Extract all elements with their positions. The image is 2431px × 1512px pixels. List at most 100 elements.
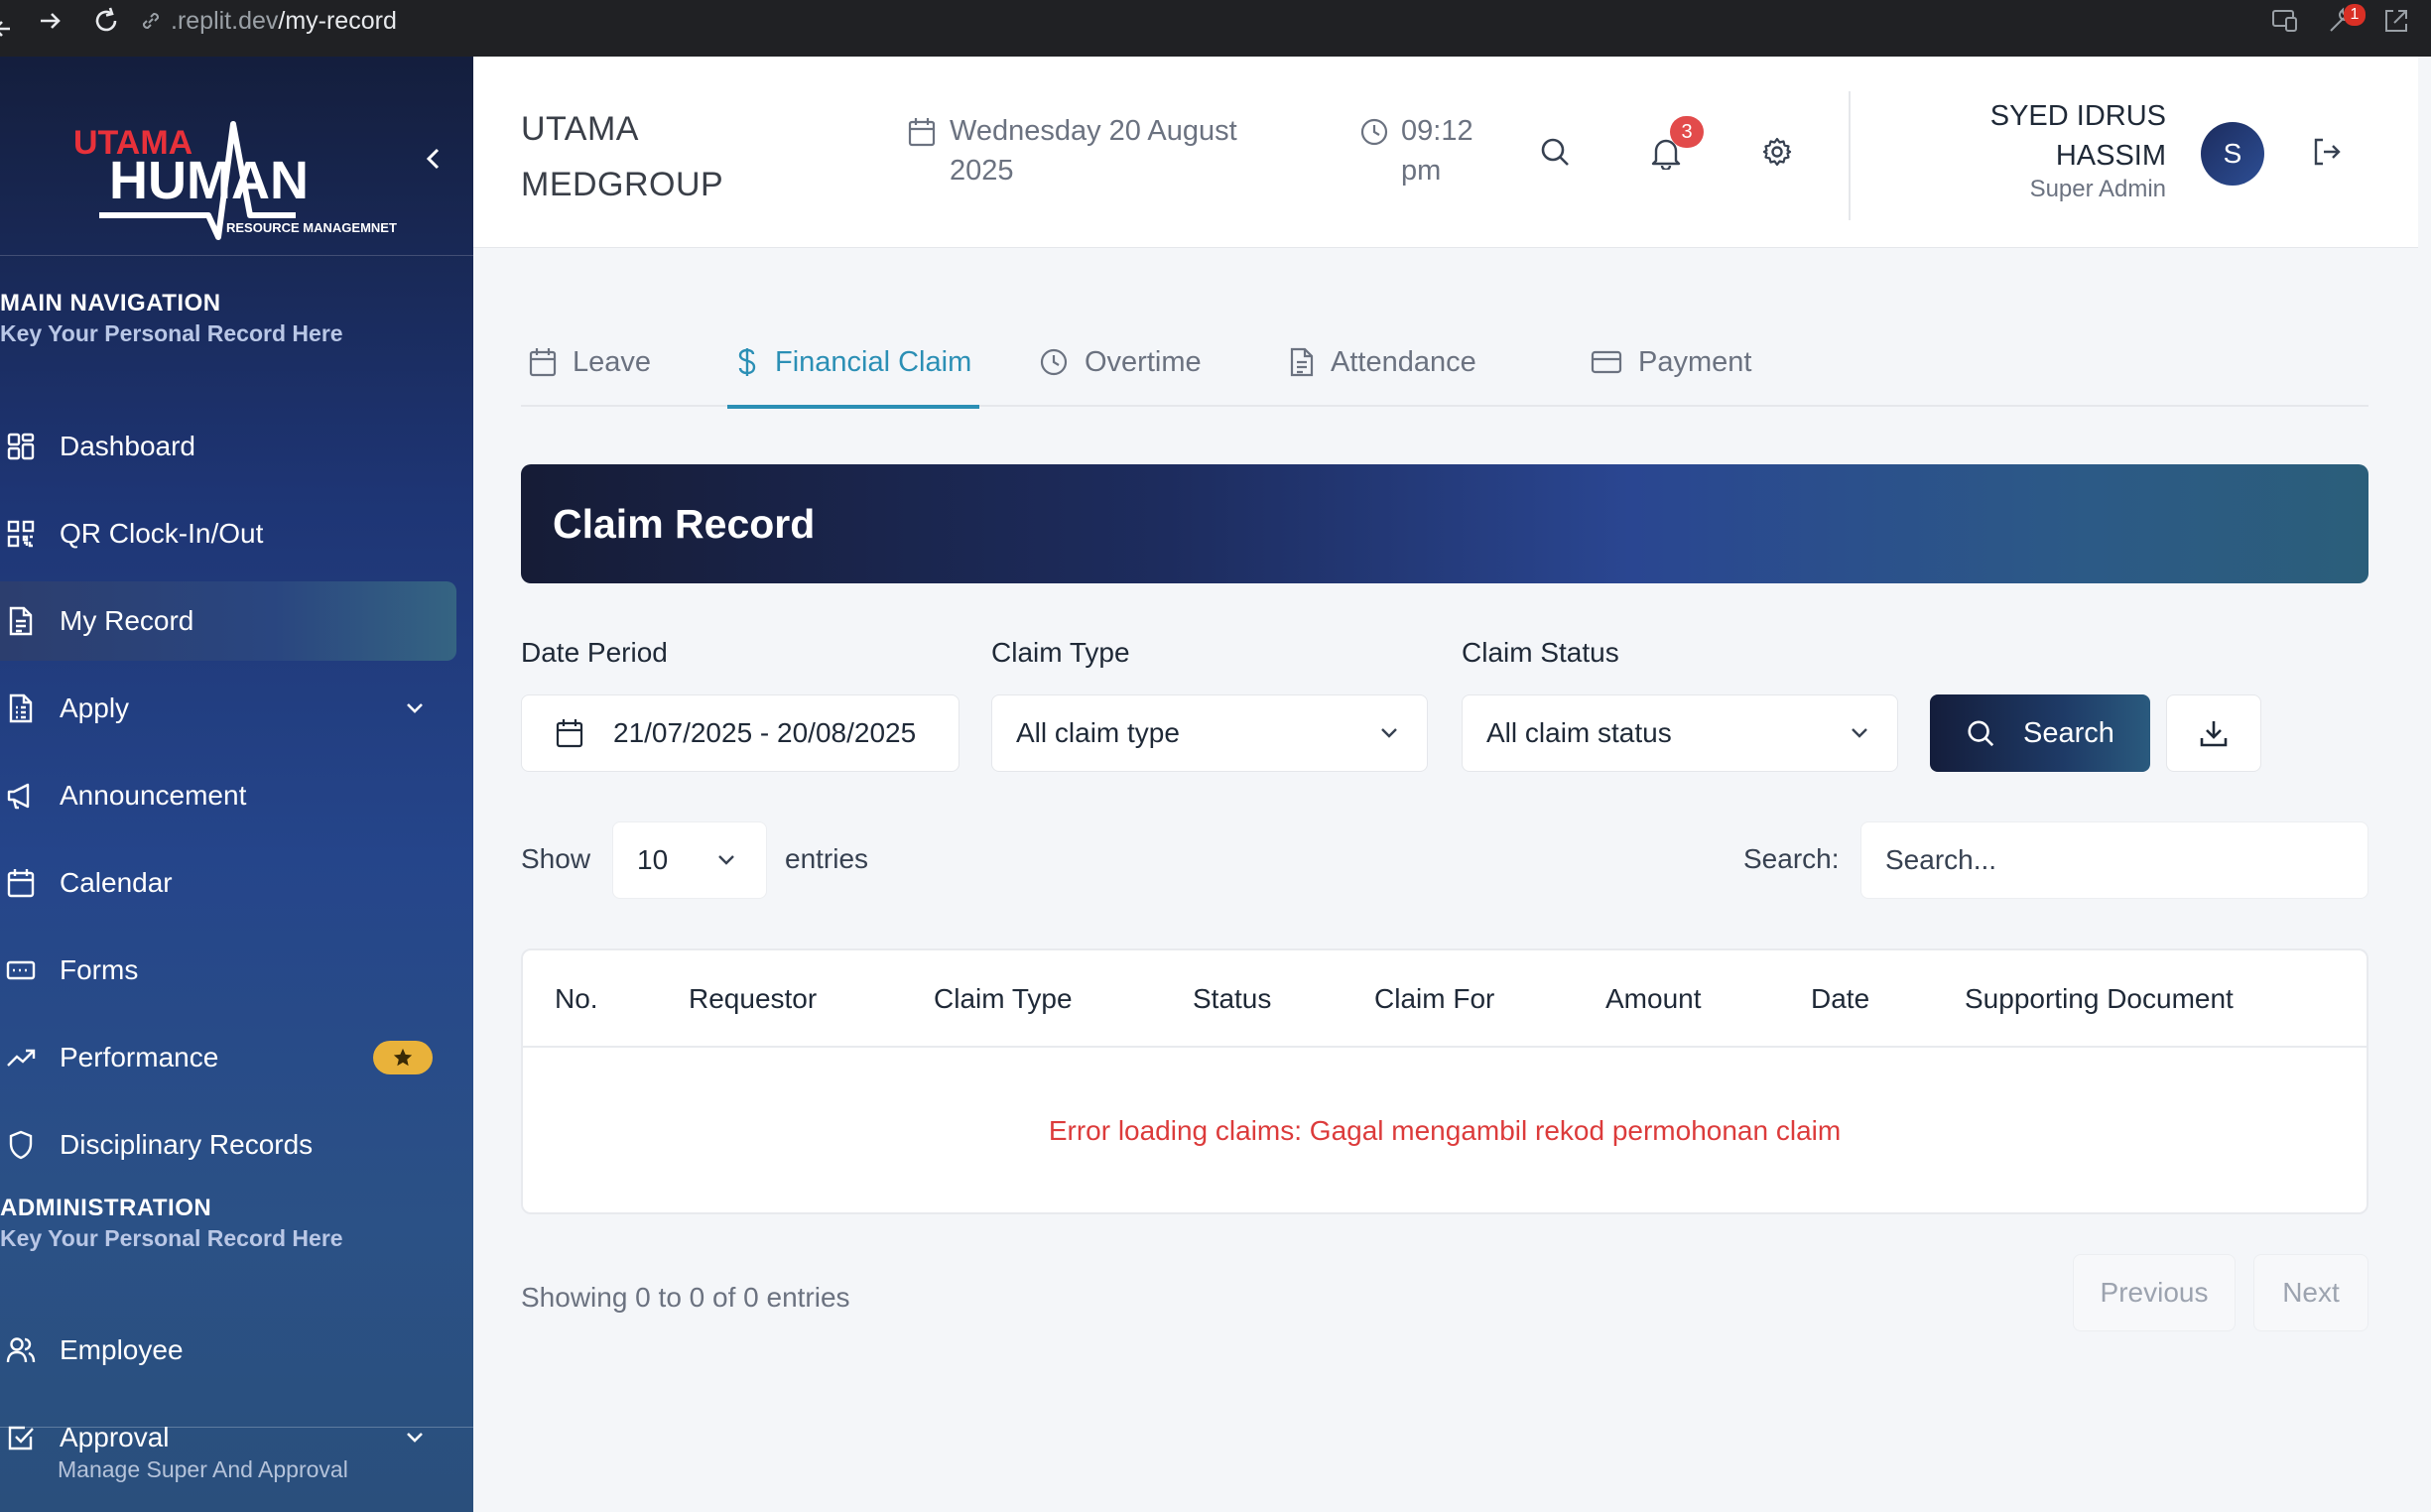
app-logo[interactable]: UTAMA HUMAN RESOURCE MANAGEMNET	[69, 86, 407, 275]
previous-button[interactable]: Previous	[2073, 1254, 2236, 1331]
calendar-icon	[529, 347, 557, 377]
column-header-no[interactable]: No.	[555, 950, 598, 1048]
tab-attendance[interactable]: Attendance	[1289, 317, 1476, 407]
document-icon	[6, 606, 36, 636]
sidebar-item-label: Disciplinary Records	[60, 1129, 314, 1160]
sidebar-item-forms[interactable]: Forms	[0, 931, 456, 1010]
sidebar-item-employee[interactable]: Employee	[0, 1311, 456, 1390]
cast-icon[interactable]	[2270, 6, 2300, 36]
claim-status-select[interactable]: All claim status	[1462, 694, 1898, 772]
column-header-supporting-document[interactable]: Supporting Document	[1965, 950, 2234, 1048]
tab-payment[interactable]: Payment	[1591, 317, 1751, 407]
sidebar-item-my-record[interactable]: My Record	[0, 581, 456, 661]
table-header: No. Requestor Claim Type Status Claim Fo…	[523, 950, 2367, 1048]
url-host: .replit.dev	[171, 6, 279, 35]
column-header-status[interactable]: Status	[1193, 950, 1271, 1048]
page-size-value: 10	[637, 844, 669, 875]
chevron-down-icon	[1377, 721, 1401, 745]
clock-icon	[1039, 347, 1069, 377]
sidebar-item-label: Dashboard	[60, 431, 195, 461]
tab-label: Leave	[573, 345, 652, 378]
user-name: SYED IDRUS HASSIM	[1868, 96, 2166, 176]
time-line2: pm	[1401, 155, 1442, 187]
star-icon	[393, 1048, 413, 1067]
column-header-date[interactable]: Date	[1811, 950, 1869, 1048]
shield-icon	[6, 1130, 36, 1160]
sidebar-item-label: My Record	[60, 605, 194, 636]
megaphone-icon	[6, 782, 36, 810]
tab-overtime[interactable]: Overtime	[1039, 317, 1202, 407]
sidebar-item-disciplinary[interactable]: Disciplinary Records	[0, 1105, 456, 1185]
section-title-main: MAIN NAVIGATION	[0, 290, 221, 316]
logo-tagline: RESOURCE MANAGEMNET	[226, 220, 397, 235]
sidebar-item-label: Employee	[60, 1334, 184, 1365]
search-button[interactable]: Search	[1930, 694, 2150, 772]
main-content: Leave Financial Claim Overtime Attendanc…	[473, 248, 2418, 1512]
link-icon	[139, 9, 163, 33]
user-name-line2: HASSIM	[2055, 140, 2166, 172]
qr-code-icon	[6, 520, 36, 548]
claim-type-label: Claim Type	[991, 637, 1130, 668]
date-period-picker[interactable]: 21/07/2025 - 20/08/2025	[521, 694, 960, 772]
sidebar-item-dashboard[interactable]: Dashboard	[0, 407, 456, 486]
search-icon	[1966, 718, 1995, 748]
claim-status-value: All claim status	[1486, 717, 1672, 748]
reload-button[interactable]	[91, 0, 121, 42]
sidebar-item-qr-clock[interactable]: QR Clock-In/Out	[0, 494, 456, 573]
extensions-icon[interactable]: 1	[2326, 4, 2366, 36]
next-button[interactable]: Next	[2253, 1254, 2368, 1331]
table-search-label: Search:	[1743, 843, 1840, 874]
avatar[interactable]: S	[2201, 122, 2264, 186]
chevron-down-icon	[714, 848, 738, 872]
sidebar-item-label: Apply	[60, 693, 130, 723]
settings-gear-icon[interactable]	[1761, 136, 1793, 168]
date-line2: 2025	[950, 155, 1014, 187]
sidebar-item-performance[interactable]: Performance	[0, 1018, 456, 1097]
claim-type-value: All claim type	[1016, 717, 1180, 748]
trending-up-icon	[6, 1046, 36, 1070]
table-search-input[interactable]	[1860, 821, 2368, 899]
column-header-claim-type[interactable]: Claim Type	[934, 950, 1073, 1048]
date-period-value: 21/07/2025 - 20/08/2025	[613, 717, 917, 748]
chevron-down-icon	[1848, 721, 1871, 745]
claim-type-select[interactable]: All claim type	[991, 694, 1428, 772]
tab-label: Payment	[1638, 345, 1752, 378]
divider	[1849, 91, 1851, 220]
forward-button[interactable]	[38, 0, 64, 42]
column-header-requestor[interactable]: Requestor	[689, 950, 817, 1048]
download-button[interactable]	[2166, 694, 2261, 772]
sidebar-item-label: Calendar	[60, 867, 173, 898]
record-tabs: Leave Financial Claim Overtime Attendanc…	[521, 317, 2368, 409]
column-header-claim-for[interactable]: Claim For	[1374, 950, 1494, 1048]
header-search-icon[interactable]	[1539, 136, 1571, 168]
sidebar-item-announcement[interactable]: Announcement	[0, 756, 456, 835]
sidebar-item-calendar[interactable]: Calendar	[0, 843, 456, 923]
collapse-sidebar-icon[interactable]	[421, 146, 447, 172]
logout-icon[interactable]	[2311, 136, 2343, 168]
dollar-icon	[735, 346, 759, 378]
extension-badge: 1	[2344, 4, 2366, 26]
company-name: UTAMA MEDGROUP	[521, 101, 723, 212]
url-path: /my-record	[278, 6, 397, 35]
notification-bell-icon[interactable]: 3	[1650, 116, 1704, 170]
browser-toolbar: .replit.dev/my-record 1	[0, 0, 2431, 57]
open-external-icon[interactable]	[2381, 6, 2411, 36]
clock-icon	[1359, 117, 1389, 190]
time-line1: 09:12	[1401, 115, 1473, 147]
date-period-label: Date Period	[521, 637, 668, 668]
tab-leave[interactable]: Leave	[529, 317, 651, 407]
tab-financial-claim[interactable]: Financial Claim	[727, 317, 980, 409]
section-subtitle-main: Key Your Personal Record Here	[0, 320, 343, 346]
column-header-amount[interactable]: Amount	[1605, 950, 1702, 1048]
back-button[interactable]	[0, 0, 14, 57]
tab-label: Attendance	[1331, 345, 1476, 378]
calendar-icon	[908, 117, 936, 190]
chevron-down-icon[interactable]	[403, 696, 427, 720]
address-bar[interactable]: .replit.dev/my-record	[139, 0, 397, 42]
calendar-icon	[6, 868, 36, 898]
sidebar: UTAMA HUMAN RESOURCE MANAGEMNET MAIN NAV…	[0, 57, 473, 1512]
sidebar-item-apply[interactable]: Apply	[0, 669, 456, 748]
page-size-select[interactable]: 10	[612, 821, 767, 899]
claims-table: No. Requestor Claim Type Status Claim Fo…	[521, 948, 2368, 1214]
notification-badge: 3	[1670, 116, 1704, 148]
